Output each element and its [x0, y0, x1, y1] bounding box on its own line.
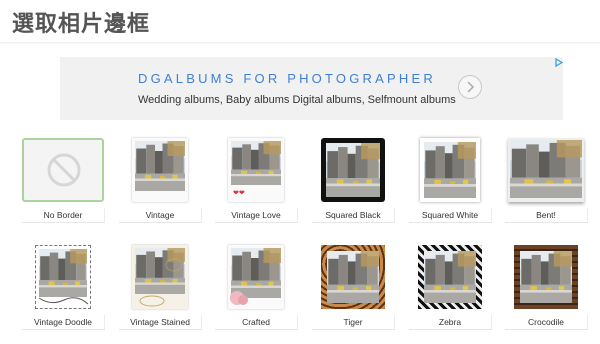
- ad-banner[interactable]: DGALBUMS FOR PHOTOGRAPHER Wedding albums…: [60, 57, 563, 120]
- border-thumbnail[interactable]: [22, 245, 104, 309]
- ad-headline[interactable]: DGALBUMS FOR PHOTOGRAPHER: [138, 71, 436, 86]
- border-label[interactable]: Squared White: [409, 208, 492, 223]
- border-label[interactable]: Tiger: [312, 315, 395, 330]
- border-thumbnail[interactable]: [505, 245, 587, 309]
- no-border-prohibited-icon: [47, 153, 81, 187]
- no-border-thumbnail[interactable]: [22, 138, 104, 202]
- border-label[interactable]: Zebra: [409, 315, 492, 330]
- border-label[interactable]: Vintage: [119, 208, 202, 223]
- border-label[interactable]: Crafted: [215, 315, 298, 330]
- border-thumbnail[interactable]: [312, 245, 394, 309]
- ad-choices-icon[interactable]: [555, 58, 563, 67]
- border-label[interactable]: Vintage Love: [215, 208, 298, 223]
- border-thumbnail[interactable]: [505, 138, 587, 202]
- border-thumbnail[interactable]: [312, 138, 394, 202]
- border-label[interactable]: Vintage Stained: [119, 315, 202, 330]
- ad-next-arrow-icon[interactable]: [458, 75, 482, 99]
- border-label[interactable]: Crocodile: [505, 315, 588, 330]
- border-label[interactable]: No Border: [22, 208, 105, 223]
- border-thumbnail[interactable]: [409, 245, 491, 309]
- border-label[interactable]: Bent!: [505, 208, 588, 223]
- border-thumbnail[interactable]: [119, 138, 201, 202]
- page-title: 選取相片邊框: [12, 12, 151, 37]
- border-thumbnail[interactable]: [215, 245, 297, 309]
- title-divider: [0, 42, 600, 45]
- ad-description[interactable]: Wedding albums, Baby albums Digital albu…: [138, 94, 456, 106]
- border-thumbnail[interactable]: ❤❤: [215, 138, 297, 202]
- border-label[interactable]: Vintage Doodle: [22, 315, 105, 330]
- border-thumbnail[interactable]: [409, 138, 491, 202]
- border-label[interactable]: Squared Black: [312, 208, 395, 223]
- border-thumbnail[interactable]: [119, 245, 201, 309]
